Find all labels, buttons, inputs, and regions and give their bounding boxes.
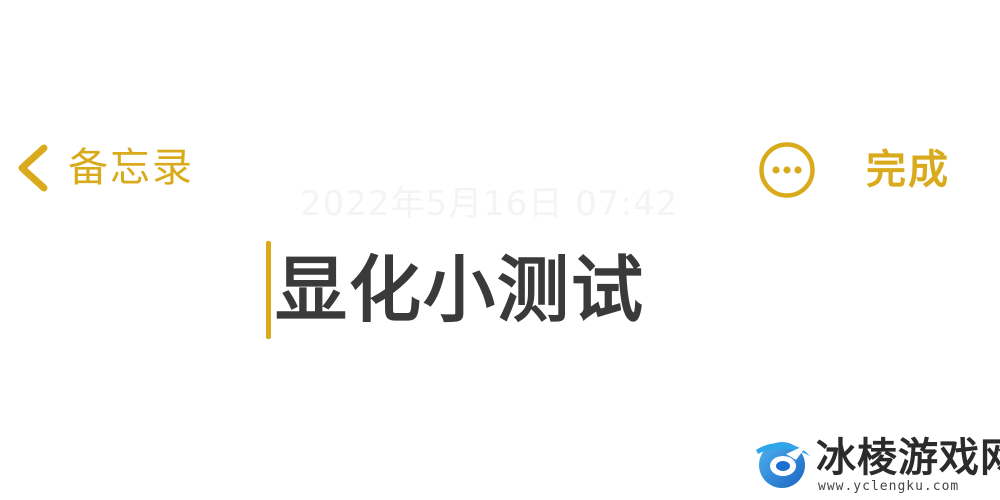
back-button[interactable]: 备忘录 (14, 140, 194, 196)
done-button[interactable]: 完成 (866, 142, 950, 198)
note-editor[interactable]: 显化小测试 (266, 240, 645, 340)
ellipsis-circle-icon (759, 142, 815, 198)
back-button-label: 备忘录 (68, 145, 194, 191)
chevron-left-icon (18, 144, 48, 192)
note-title[interactable]: 显化小测试 (275, 240, 645, 340)
site-watermark: 冰棱游戏网 www.yclengku.com (748, 432, 1000, 496)
game-site-logo-icon (756, 442, 810, 488)
text-cursor (266, 241, 271, 339)
note-date: 2022年5月16日 07:42 (300, 184, 679, 224)
watermark-site-name: 冰棱游戏网 (816, 435, 1000, 481)
watermark-site-url: www.yclengku.com (818, 479, 960, 494)
more-options-button[interactable] (757, 140, 817, 200)
